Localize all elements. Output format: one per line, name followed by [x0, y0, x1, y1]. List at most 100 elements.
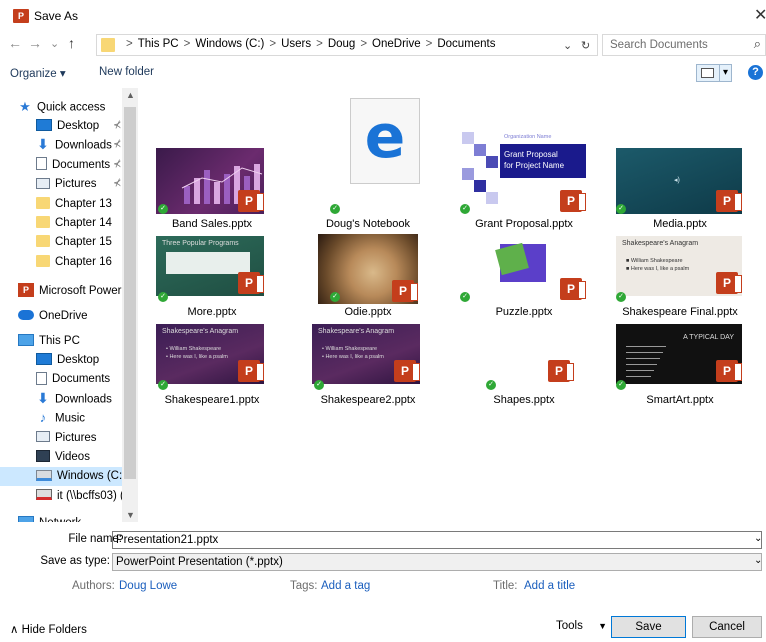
sidebar-item-label: OneDrive — [39, 310, 88, 322]
file-name[interactable]: Band Sales.pptx — [142, 218, 282, 230]
sidebar-item[interactable]: P Microsoft PowerP — [18, 282, 129, 301]
file-grid: P ✓ Band Sales.pptx e ✓ Doug's Notebook Organi… — [140, 88, 766, 522]
breadcrumb-item[interactable]: Doug — [328, 38, 356, 50]
sync-status-icon: ✓ — [314, 380, 324, 390]
pin-icon: ⊀ — [113, 120, 122, 131]
organize-button[interactable]: Organize ▾ — [10, 66, 66, 80]
pictures-icon — [36, 431, 50, 443]
slide-line — [626, 352, 663, 353]
close-icon[interactable]: ✕ — [754, 5, 766, 25]
sidebar-item[interactable]: ⬇ Downloads — [36, 390, 112, 409]
tags-label: Tags: — [290, 580, 318, 592]
recent-locations-icon[interactable]: ⌄ — [50, 37, 59, 50]
file-name-dropdown-icon[interactable]: ⌄ — [754, 533, 762, 544]
slide-subtitle: for Project Name — [504, 161, 565, 170]
authors-value[interactable]: Doug Lowe — [119, 580, 177, 592]
pin-icon: ⊀ — [113, 178, 122, 190]
sidebar-item-label: Chapter 14 — [55, 217, 112, 229]
sidebar-item[interactable]: Chapter 15 — [36, 233, 112, 252]
sidebar-item[interactable]: Pictures — [36, 175, 97, 194]
file-name[interactable]: Shakespeare2.pptx — [298, 394, 438, 406]
powerpoint-file-icon: P — [238, 190, 264, 212]
sidebar-item[interactable]: Chapter 14 — [36, 214, 112, 233]
save-button[interactable]: Save — [611, 616, 686, 638]
breadcrumb: > This PC > Windows (C:) > Users > Doug > OneDriv… — [121, 38, 496, 50]
sidebar-item-label: Windows (C:) — [57, 470, 127, 483]
navigation-scrollbar[interactable]: ▲ ▼ — [122, 88, 138, 522]
powerpoint-file-icon: P — [560, 278, 586, 300]
breadcrumb-item[interactable]: Users — [281, 38, 311, 50]
view-options-button[interactable]: ▾ — [696, 64, 732, 82]
file-name[interactable]: Doug's Notebook — [298, 218, 438, 230]
sidebar-item-label: Music — [55, 412, 86, 425]
sync-status-icon: ✓ — [460, 292, 470, 302]
search-placeholder: Search Documents — [610, 39, 708, 51]
address-bar[interactable]: > This PC > Windows (C:) > Users > Doug > OneDriv… — [96, 34, 598, 56]
file-name[interactable]: Puzzle.pptx — [454, 306, 594, 318]
help-icon[interactable]: ? — [748, 65, 763, 80]
breadcrumb-separator: > — [425, 38, 433, 50]
hide-folders-button[interactable]: ∧ Hide Folders — [10, 622, 87, 636]
up-arrow-icon[interactable]: ↑ — [68, 35, 75, 51]
download-icon: ⬇ — [37, 136, 49, 153]
slide-bullet: • William Shakespeare — [322, 346, 378, 352]
file-name[interactable]: Grant Proposal.pptx — [454, 218, 594, 230]
file-name[interactable]: Shapes.pptx — [454, 394, 594, 406]
sidebar-item[interactable]: Network — [18, 514, 81, 522]
search-input[interactable]: Search Documents ⌕ — [602, 34, 766, 56]
folder-icon — [36, 254, 50, 267]
sidebar-item[interactable]: Desktop — [36, 117, 99, 136]
sidebar-item[interactable]: Windows (C:) — [0, 467, 126, 487]
breadcrumb-item[interactable]: Windows (C:) — [195, 38, 264, 50]
sidebar-item[interactable]: it (\\bcffs03) (I:) — [36, 487, 134, 506]
new-folder-button[interactable]: New folder — [99, 66, 154, 78]
sidebar-item[interactable]: Chapter 13 — [36, 195, 112, 214]
sidebar-item[interactable]: Videos — [36, 448, 90, 467]
sidebar-item[interactable]: Documents — [36, 370, 110, 389]
document-icon — [36, 371, 47, 385]
file-name[interactable]: More.pptx — [142, 306, 282, 318]
file-name[interactable]: Shakespeare1.pptx — [142, 394, 282, 406]
file-name-field[interactable]: Presentation21.pptx — [112, 531, 762, 549]
chevron-down-icon[interactable]: ▾ — [719, 65, 728, 81]
breadcrumb-separator: > — [360, 38, 368, 50]
title-label: Title: — [493, 580, 518, 592]
videos-icon — [36, 449, 50, 462]
file-name[interactable]: Shakespeare Final.pptx — [610, 306, 750, 318]
tags-value[interactable]: Add a tag — [321, 580, 370, 592]
file-name[interactable]: Media.pptx — [610, 218, 750, 230]
search-icon[interactable]: ⌕ — [754, 36, 761, 52]
sidebar-item[interactable]: ♪ Music — [36, 409, 85, 428]
sidebar-item[interactable]: OneDrive — [18, 307, 88, 326]
tools-button[interactable]: Tools ▼ — [556, 620, 607, 632]
breadcrumb-item[interactable]: This PC — [138, 38, 179, 50]
save-type-dropdown-icon[interactable]: ⌄ — [754, 555, 762, 566]
back-arrow-icon[interactable]: ← — [8, 35, 22, 51]
slide-bullet: • Here was I, like a psalm — [166, 354, 228, 360]
breadcrumb-separator: > — [126, 38, 133, 50]
table-preview — [166, 252, 250, 274]
sidebar-item-label: Quick access — [37, 101, 106, 114]
sidebar-item[interactable]: Desktop — [36, 351, 99, 370]
desktop-icon — [36, 118, 52, 131]
file-name[interactable]: Odie.pptx — [298, 306, 438, 318]
forward-arrow-icon[interactable]: → — [28, 35, 42, 51]
cancel-button[interactable]: Cancel — [692, 616, 762, 638]
scroll-down-icon[interactable]: ▼ — [126, 510, 135, 520]
address-dropdown-icon[interactable]: ⌄ — [563, 39, 572, 52]
sidebar-item[interactable]: This PC — [18, 332, 80, 351]
save-as-type-select[interactable]: PowerPoint Presentation (*.pptx) — [112, 553, 762, 571]
sidebar-item[interactable]: Documents — [36, 156, 110, 175]
scroll-up-icon[interactable]: ▲ — [126, 90, 135, 100]
sidebar-item[interactable]: Chapter 16 — [36, 253, 112, 272]
sidebar-item[interactable]: ★ Quick access — [18, 98, 105, 117]
breadcrumb-item[interactable]: Documents — [437, 38, 495, 50]
refresh-icon[interactable]: ↻ — [581, 39, 590, 52]
sidebar-item-label: Pictures — [55, 178, 97, 191]
sidebar-item[interactable]: Pictures — [36, 429, 97, 448]
title-value[interactable]: Add a title — [524, 580, 575, 592]
file-name[interactable]: SmartArt.pptx — [610, 394, 750, 406]
sidebar-item[interactable]: ⬇ Downloads — [36, 136, 112, 155]
breadcrumb-item[interactable]: OneDrive — [372, 38, 421, 50]
scrollbar-thumb[interactable] — [124, 107, 136, 479]
